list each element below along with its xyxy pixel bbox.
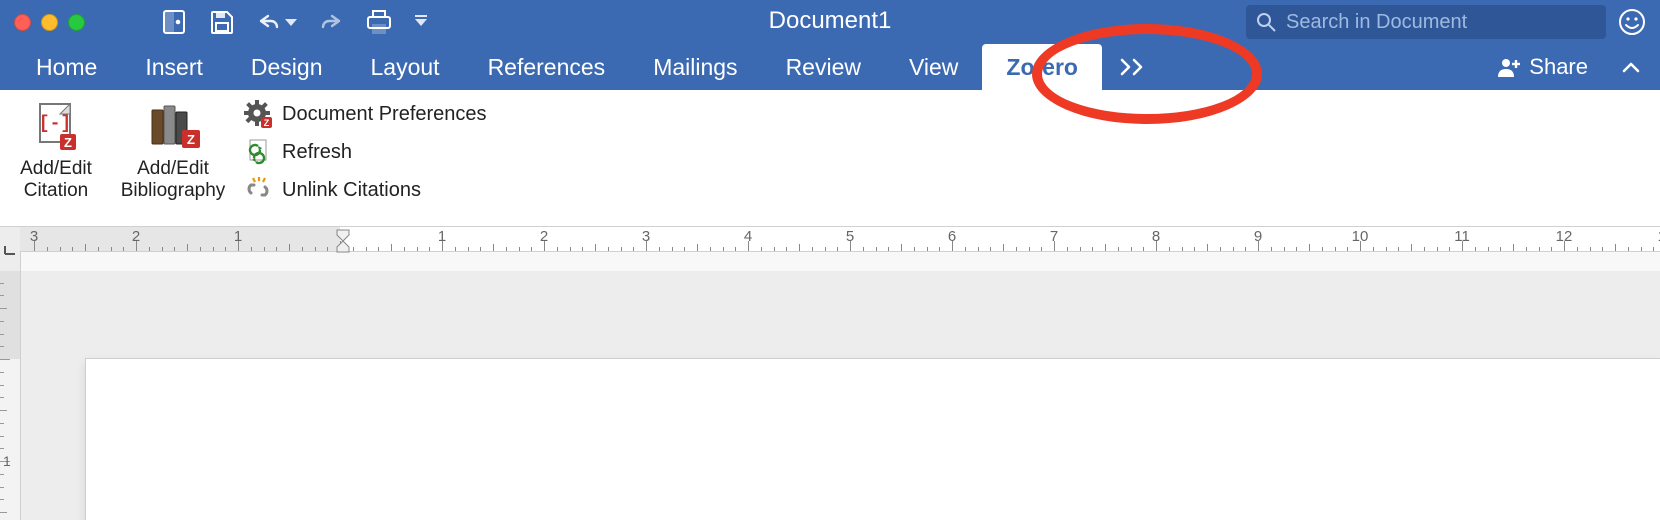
tab-references[interactable]: References xyxy=(464,44,630,90)
tab-zotero[interactable]: Zotero xyxy=(982,44,1102,90)
ruler-number: 6 xyxy=(948,228,956,245)
undo-icon[interactable] xyxy=(257,12,297,32)
undo-dropdown-icon[interactable] xyxy=(285,19,297,26)
customize-qat-icon[interactable] xyxy=(415,19,427,26)
share-label: Share xyxy=(1529,54,1588,80)
svg-text:Z: Z xyxy=(187,132,195,147)
feedback-smiley-icon[interactable] xyxy=(1618,8,1646,36)
ribbon-tab-bar: Home Insert Design Layout References Mai… xyxy=(0,44,1660,90)
refresh-icon xyxy=(244,138,272,166)
svg-text:[-]: [-] xyxy=(39,114,71,134)
add-edit-citation-label-1: Add/Edit xyxy=(20,158,92,179)
tab-view[interactable]: View xyxy=(885,44,982,90)
horizontal-ruler[interactable]: 32112345678910111213 xyxy=(20,227,1660,252)
tab-design[interactable]: Design xyxy=(227,44,347,90)
ruler-number: 4 xyxy=(744,228,752,245)
ruler-number: 1 xyxy=(234,228,242,245)
print-icon[interactable] xyxy=(365,9,393,35)
share-button[interactable]: Share xyxy=(1483,44,1602,90)
tab-stop-selector[interactable] xyxy=(0,227,21,271)
redo-icon[interactable] xyxy=(319,12,343,32)
title-bar: Document1 xyxy=(0,0,1660,44)
tab-insert[interactable]: Insert xyxy=(121,44,227,90)
ruler-number: 12 xyxy=(1556,228,1573,245)
search-in-document[interactable] xyxy=(1246,5,1606,39)
minimize-window-button[interactable] xyxy=(41,14,58,31)
document-preferences-label: Document Preferences xyxy=(282,103,487,126)
svg-text:Z: Z xyxy=(64,135,72,150)
ruler-number: 5 xyxy=(846,228,854,245)
collapse-ribbon-button[interactable] xyxy=(1602,44,1660,90)
add-edit-citation-label-2: Citation xyxy=(24,180,88,201)
ruler-number: 10 xyxy=(1352,228,1369,245)
tab-overflow-button[interactable] xyxy=(1102,44,1166,90)
citation-icon: [-] Z xyxy=(30,96,82,156)
window-controls xyxy=(14,14,85,31)
vertical-ruler[interactable]: 12 xyxy=(0,271,21,520)
ribbon-zotero: [-] Z Add/Edit Citation Z Add/Edit Bibli… xyxy=(0,90,1660,226)
share-person-icon xyxy=(1497,57,1521,77)
ruler-number: 3 xyxy=(30,228,38,245)
document-preferences-button[interactable]: Z Document Preferences xyxy=(244,100,487,128)
document-area: 12 xyxy=(0,271,1660,520)
gear-icon: Z xyxy=(244,100,272,128)
save-icon[interactable] xyxy=(209,9,235,35)
unlink-icon xyxy=(244,176,272,204)
ruler-number: 11 xyxy=(1454,228,1470,245)
ruler-number: 2 xyxy=(540,228,548,245)
svg-text:Z: Z xyxy=(264,118,270,128)
ruler-number: 2 xyxy=(132,228,140,245)
refresh-label: Refresh xyxy=(282,141,352,164)
tab-layout[interactable]: Layout xyxy=(347,44,464,90)
ruler-number: 7 xyxy=(1050,228,1058,245)
refresh-button[interactable]: Refresh xyxy=(244,138,487,166)
page-layout-icon[interactable] xyxy=(161,9,187,35)
unlink-citations-label: Unlink Citations xyxy=(282,179,421,202)
ruler-number: 9 xyxy=(1254,228,1262,245)
zoom-window-button[interactable] xyxy=(68,14,85,31)
ruler-number: 8 xyxy=(1152,228,1160,245)
document-title: Document1 xyxy=(769,7,892,35)
add-edit-citation-button[interactable]: [-] Z Add/Edit Citation xyxy=(0,96,112,202)
ruler-margin-shade xyxy=(20,227,340,251)
bibliography-icon: Z xyxy=(146,96,200,156)
document-page[interactable] xyxy=(86,359,1660,520)
ruler-area: 32112345678910111213 xyxy=(0,226,1660,271)
tab-home[interactable]: Home xyxy=(0,44,121,90)
add-edit-bibliography-button[interactable]: Z Add/Edit Bibliography xyxy=(112,96,234,202)
add-edit-bibliography-label-2: Bibliography xyxy=(121,180,226,201)
ruler-number: 1 xyxy=(438,228,446,245)
close-window-button[interactable] xyxy=(14,14,31,31)
add-edit-bibliography-label-1: Add/Edit xyxy=(137,158,209,179)
search-input[interactable] xyxy=(1284,10,1596,35)
quick-access-toolbar xyxy=(161,9,427,35)
ruler-number: 3 xyxy=(642,228,650,245)
unlink-citations-button[interactable]: Unlink Citations xyxy=(244,176,487,204)
tab-review[interactable]: Review xyxy=(762,44,885,90)
chevron-up-icon xyxy=(1622,61,1640,73)
tab-mailings[interactable]: Mailings xyxy=(629,44,761,90)
search-icon xyxy=(1256,12,1276,32)
